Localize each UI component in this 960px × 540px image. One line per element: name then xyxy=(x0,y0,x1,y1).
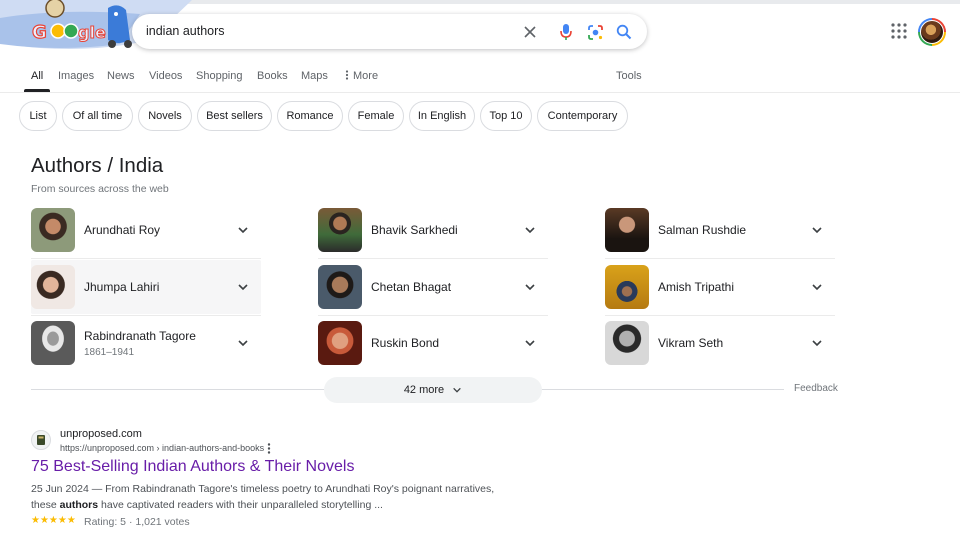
chip-female[interactable]: Female xyxy=(348,101,404,131)
book-icon xyxy=(37,435,45,445)
author-item[interactable]: Rabindranath Tagore 1861–1941 xyxy=(31,321,261,377)
chevron-down-icon[interactable] xyxy=(237,337,249,349)
chip-top-10[interactable]: Top 10 xyxy=(480,101,532,131)
result-snippet-line2: these authors have captivated readers wi… xyxy=(31,499,383,511)
chevron-down-icon[interactable] xyxy=(237,224,249,236)
chip-of-all-time[interactable]: Of all time xyxy=(62,101,133,131)
tab-videos[interactable]: Videos xyxy=(149,70,182,82)
tab-more[interactable]: More xyxy=(345,70,378,82)
chevron-down-icon[interactable] xyxy=(237,281,249,293)
chip-in-english[interactable]: In English xyxy=(409,101,475,131)
author-name: Ruskin Bond xyxy=(371,336,440,350)
snippet-text: have captivated readers with their unpar… xyxy=(98,499,383,511)
author-item[interactable]: Bhavik Sarkhedi xyxy=(318,208,548,264)
author-name: Bhavik Sarkhedi xyxy=(371,223,458,237)
avatar-image xyxy=(920,20,944,44)
clear-icon[interactable] xyxy=(520,22,540,42)
author-photo xyxy=(31,321,75,365)
tab-shopping[interactable]: Shopping xyxy=(196,70,243,82)
tab-news[interactable]: News xyxy=(107,70,135,82)
chip-best-sellers[interactable]: Best sellers xyxy=(197,101,272,131)
chevron-down-icon[interactable] xyxy=(524,224,536,236)
tools-button[interactable]: Tools xyxy=(616,70,642,82)
tab-images[interactable]: Images xyxy=(58,70,94,82)
svg-text:gle: gle xyxy=(78,23,106,42)
rating-text: Rating: 5 · 1,021 votes xyxy=(84,516,190,528)
author-photo xyxy=(31,265,75,309)
chevron-down-icon xyxy=(453,387,461,393)
more-options-icon[interactable] xyxy=(266,443,272,454)
chip-romance[interactable]: Romance xyxy=(277,101,343,131)
search-input[interactable]: indian authors xyxy=(146,24,225,38)
more-vert-icon xyxy=(345,70,349,80)
author-name: Rabindranath Tagore xyxy=(84,329,196,343)
panel-title: Authors / India xyxy=(31,154,164,177)
author-years: 1861–1941 xyxy=(84,347,135,358)
author-item[interactable]: Salman Rushdie xyxy=(605,208,835,264)
chevron-down-icon[interactable] xyxy=(524,281,536,293)
author-photo xyxy=(318,321,362,365)
tab-all[interactable]: All xyxy=(31,70,43,82)
author-photo xyxy=(605,208,649,252)
chip-novels[interactable]: Novels xyxy=(138,101,192,131)
show-more-label: 42 more xyxy=(403,384,445,396)
google-lens-icon[interactable] xyxy=(585,22,605,42)
chevron-down-icon[interactable] xyxy=(811,281,823,293)
chip-contemporary[interactable]: Contemporary xyxy=(537,101,628,131)
site-favicon[interactable] xyxy=(31,430,51,450)
author-photo xyxy=(31,208,75,252)
author-name: Jhumpa Lahiri xyxy=(84,280,160,294)
account-avatar[interactable] xyxy=(918,18,946,46)
google-apps-icon[interactable] xyxy=(890,22,908,40)
tab-maps[interactable]: Maps xyxy=(301,70,328,82)
chevron-down-icon[interactable] xyxy=(811,337,823,349)
author-photo xyxy=(318,208,362,252)
chevron-down-icon[interactable] xyxy=(524,337,536,349)
result-snippet-line1: 25 Jun 2024 — From Rabindranath Tagore's… xyxy=(31,483,495,495)
author-item[interactable]: Vikram Seth xyxy=(605,321,835,377)
active-tab-indicator xyxy=(24,89,50,92)
author-name: Chetan Bhagat xyxy=(371,280,452,294)
tab-more-label: More xyxy=(353,70,379,82)
author-item[interactable]: Amish Tripathi xyxy=(605,265,835,321)
author-name: Salman Rushdie xyxy=(658,223,747,237)
author-item[interactable]: Ruskin Bond xyxy=(318,321,548,377)
search-icon[interactable] xyxy=(614,22,634,42)
author-item[interactable]: Chetan Bhagat xyxy=(318,265,548,321)
author-item[interactable]: Jhumpa Lahiri xyxy=(31,265,261,321)
chevron-down-icon[interactable] xyxy=(811,224,823,236)
result-title-link[interactable]: 75 Best-Selling Indian Authors & Their N… xyxy=(31,458,354,476)
show-more-button[interactable]: 42 more xyxy=(324,377,542,403)
chip-list[interactable]: List xyxy=(19,101,57,131)
result-site-name[interactable]: unproposed.com xyxy=(60,428,142,440)
svg-text:G: G xyxy=(32,22,47,43)
tab-books[interactable]: Books xyxy=(257,70,288,82)
search-tabs: All Images News Videos Shopping Books Ma… xyxy=(0,62,960,93)
author-item[interactable]: Arundhati Roy xyxy=(31,208,261,264)
author-name: Amish Tripathi xyxy=(658,280,735,294)
microphone-icon[interactable] xyxy=(556,22,576,42)
feedback-link[interactable]: Feedback xyxy=(794,383,838,394)
author-name: Vikram Seth xyxy=(658,336,724,350)
result-url[interactable]: https://unproposed.com › indian-authors-… xyxy=(60,443,264,453)
rating-stars: ★★★★★ xyxy=(31,515,76,526)
snippet-text: these xyxy=(31,499,60,511)
panel-subtitle: From sources across the web xyxy=(31,183,169,195)
author-name: Arundhati Roy xyxy=(84,223,161,237)
author-photo xyxy=(605,321,649,365)
search-box[interactable]: indian authors xyxy=(132,14,647,49)
author-photo xyxy=(318,265,362,309)
snippet-bold: authors xyxy=(59,499,99,511)
author-photo xyxy=(605,265,649,309)
